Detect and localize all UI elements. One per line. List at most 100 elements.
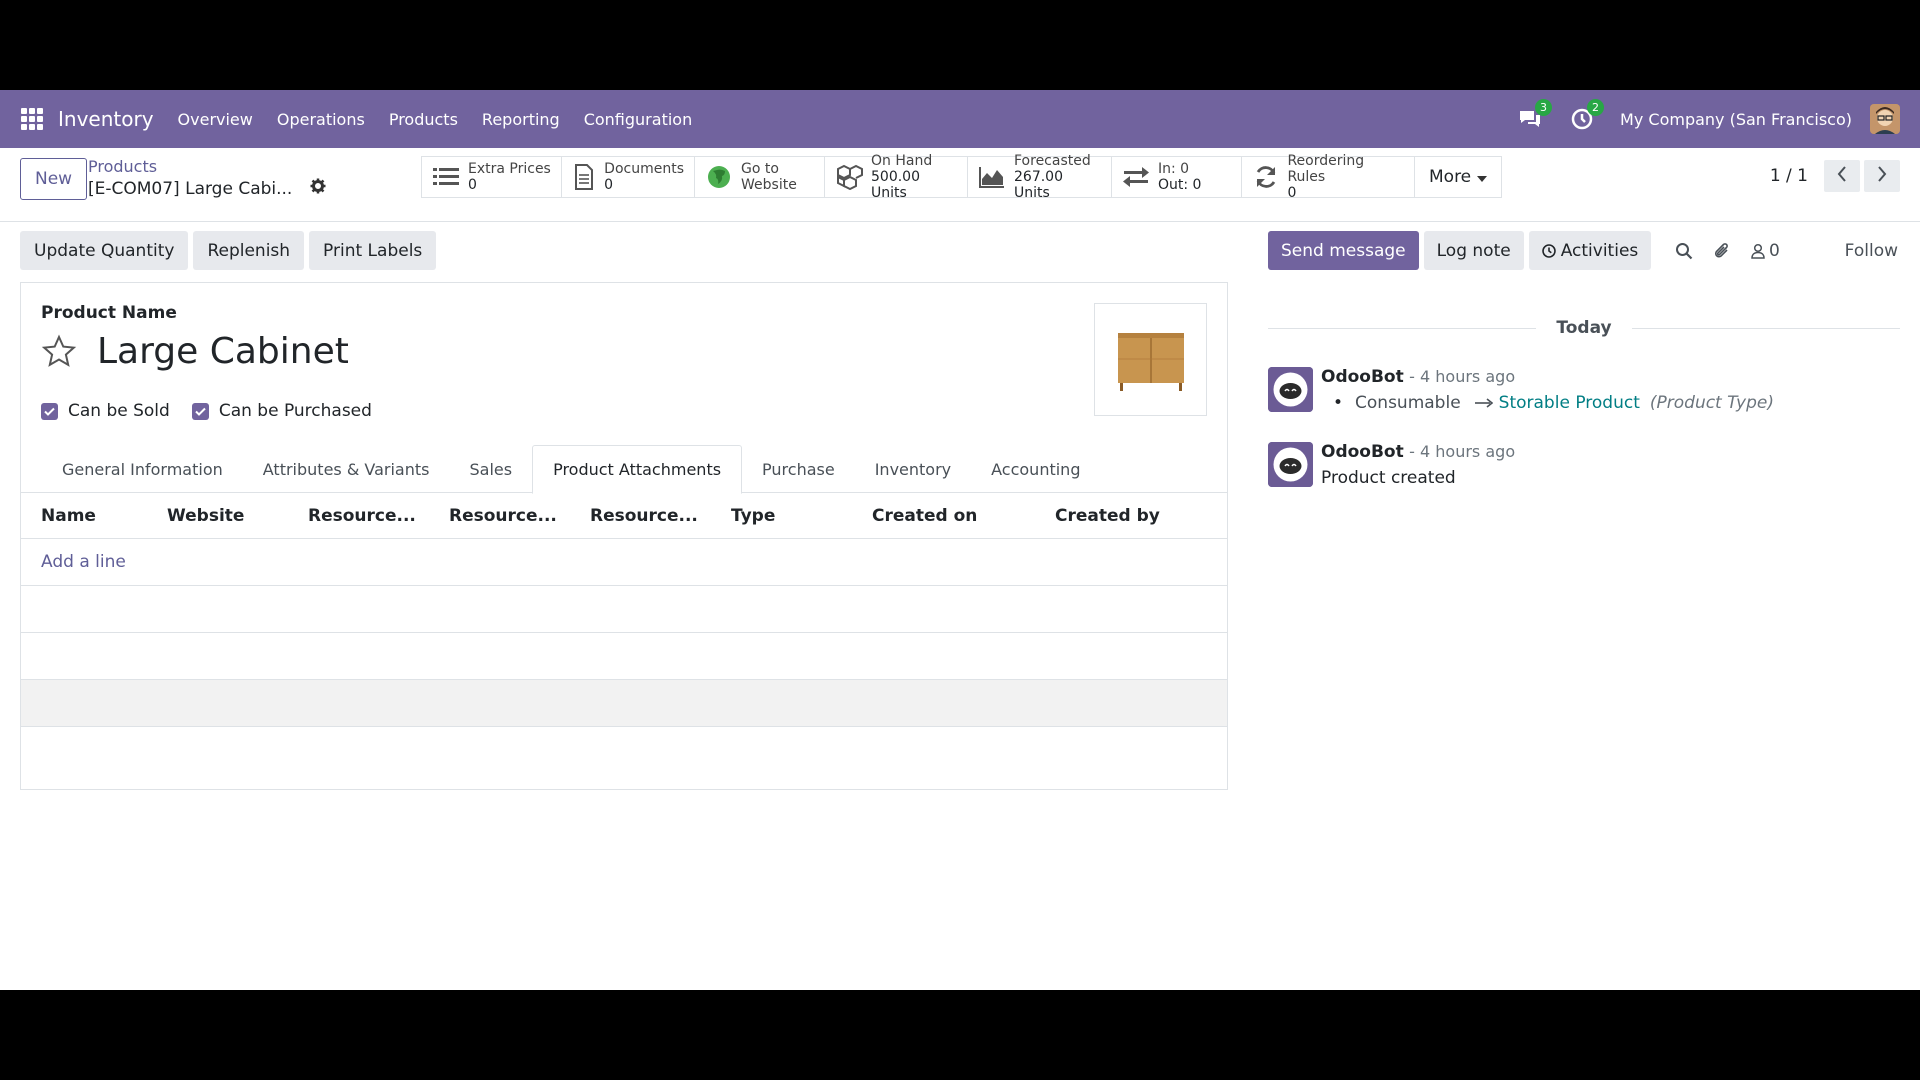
menu-overview[interactable]: Overview (166, 110, 265, 129)
pager-next-button[interactable] (1864, 160, 1900, 192)
documents-value: 0 (604, 177, 614, 193)
followers-button[interactable]: 0 (1751, 241, 1780, 261)
menu-operations[interactable]: Operations (265, 110, 377, 129)
breadcrumb-current-label: [E-COM07] Large Cabi... (88, 178, 293, 199)
date-separator: Today (1268, 318, 1900, 338)
bullet-icon: • (1333, 393, 1344, 413)
tab-sales[interactable]: Sales (449, 445, 532, 493)
pager-previous-button[interactable] (1824, 160, 1860, 192)
tab-inventory[interactable]: Inventory (855, 445, 971, 493)
column-header-resource-2[interactable]: Resource... (429, 506, 570, 526)
column-header-created-on[interactable]: Created on (852, 506, 1035, 526)
message-body: Product created (1321, 468, 1456, 488)
on-hand-button[interactable]: On Hand 500.00 Units (824, 153, 967, 201)
log-note-button[interactable]: Log note (1423, 231, 1524, 270)
message-author[interactable]: OdooBot (1321, 367, 1404, 387)
send-message-button[interactable]: Send message (1268, 231, 1419, 270)
reordering-rules-button[interactable]: Reordering Rules 0 (1241, 153, 1414, 201)
can-be-sold-label: Can be Sold (68, 401, 170, 421)
extra-prices-button[interactable]: Extra Prices 0 (421, 156, 561, 198)
product-image[interactable] (1094, 303, 1207, 416)
product-name-field[interactable]: Large Cabinet (97, 331, 349, 372)
column-header-resource-1[interactable]: Resource... (288, 506, 429, 526)
user-avatar[interactable] (1870, 104, 1900, 134)
activities-icon[interactable]: 2 (1568, 99, 1605, 133)
activities-button[interactable]: Activities (1528, 231, 1652, 270)
exchange-icon (1122, 164, 1150, 190)
tab-accounting[interactable]: Accounting (971, 445, 1100, 493)
long-arrow-right-icon (1474, 393, 1493, 413)
odoobot-avatar[interactable] (1268, 442, 1313, 487)
star-icon[interactable] (41, 334, 77, 370)
form-action-buttons: Update Quantity Replenish Print Labels (20, 231, 441, 270)
list-icon (432, 164, 460, 190)
forecasted-value: 267.00 Units (1014, 169, 1063, 201)
tab-purchase[interactable]: Purchase (742, 445, 855, 493)
top-navbar: Inventory Overview Operations Products R… (0, 90, 1920, 148)
product-checkboxes: Can be Sold Can be Purchased (41, 401, 394, 421)
can-be-sold-checkbox[interactable]: Can be Sold (41, 401, 170, 421)
column-header-name[interactable]: Name (21, 506, 147, 526)
pager: 1 / 1 (1770, 160, 1900, 192)
forecasted-button[interactable]: Forecasted 267.00 Units (967, 153, 1111, 201)
menu-products[interactable]: Products (377, 110, 470, 129)
reordering-rules-value: 0 (1287, 185, 1297, 201)
column-header-resource-3[interactable]: Resource... (570, 506, 711, 526)
table-header: Name Website Resource... Resource... Res… (21, 493, 1227, 539)
tab-attributes-variants[interactable]: Attributes & Variants (243, 445, 450, 493)
search-icon[interactable] (1675, 242, 1693, 260)
column-header-created-by[interactable]: Created by (1035, 506, 1215, 526)
in-out-button[interactable]: In: 0 Out: 0 (1111, 156, 1241, 198)
tab-general-information[interactable]: General Information (42, 445, 243, 493)
table-row (21, 586, 1227, 633)
message-author[interactable]: OdooBot (1321, 442, 1404, 462)
breadcrumb-products[interactable]: Products (88, 157, 326, 176)
gear-icon[interactable] (310, 178, 326, 199)
refresh-icon (1252, 164, 1279, 190)
print-labels-button[interactable]: Print Labels (309, 231, 437, 270)
replenish-button[interactable]: Replenish (193, 231, 305, 270)
product-name-row: Large Cabinet (41, 331, 349, 372)
update-quantity-button[interactable]: Update Quantity (20, 231, 189, 270)
chevron-right-icon (1877, 165, 1887, 187)
messages-badge: 3 (1535, 99, 1553, 116)
column-header-website[interactable]: Website (147, 506, 288, 526)
new-button[interactable]: New (20, 158, 88, 200)
odoobot-avatar[interactable] (1268, 367, 1313, 412)
follow-button[interactable]: Follow (1845, 231, 1898, 270)
messages-icon[interactable]: 3 (1516, 99, 1553, 133)
tab-product-attachments[interactable]: Product Attachments (532, 445, 743, 494)
documents-button[interactable]: Documents 0 (561, 156, 694, 198)
navbar-systray: 3 2 My Company (San Francisco) (1516, 90, 1900, 148)
company-switcher[interactable]: My Company (San Francisco) (1620, 110, 1852, 129)
odoo-window: Inventory Overview Operations Products R… (0, 90, 1920, 990)
go-to-label: Go to (741, 161, 779, 177)
can-be-purchased-label: Can be Purchased (218, 401, 372, 421)
app-title[interactable]: Inventory (58, 107, 154, 131)
add-a-line-link[interactable]: Add a line (21, 552, 126, 572)
on-hand-label: On Hand (871, 153, 933, 169)
tracking-value: • Consumable Storable Product (Product T… (1321, 393, 1774, 413)
go-to-website-button[interactable]: Go to Website (694, 156, 824, 198)
clock-icon (1541, 243, 1556, 258)
menu-reporting[interactable]: Reporting (470, 110, 572, 129)
caret-down-icon (1477, 169, 1488, 185)
menu-configuration[interactable]: Configuration (572, 110, 705, 129)
column-header-type[interactable]: Type (711, 506, 852, 526)
separator-line (1631, 327, 1900, 329)
breadcrumb: Products [E-COM07] Large Cabi... (88, 157, 326, 199)
tracked-field-name: (Product Type) (1649, 393, 1774, 413)
more-dropdown[interactable]: More (1414, 156, 1503, 198)
can-be-purchased-checkbox[interactable]: Can be Purchased (191, 401, 372, 421)
more-label: More (1429, 167, 1472, 187)
extra-prices-label: Extra Prices (468, 161, 551, 177)
in-label: In: 0 (1158, 161, 1190, 177)
activities-badge: 2 (1587, 99, 1605, 116)
pager-value[interactable]: 1 / 1 (1770, 166, 1808, 186)
smart-buttons: Extra Prices 0 Documents 0 Go to Website On… (421, 153, 1503, 201)
apps-menu-icon[interactable] (21, 108, 43, 130)
followers-count: 0 (1769, 240, 1780, 261)
area-chart-icon (978, 164, 1006, 190)
chatter-message: OdooBot - 4 hours ago Product created (1268, 442, 1908, 488)
paperclip-icon[interactable] (1713, 241, 1731, 261)
